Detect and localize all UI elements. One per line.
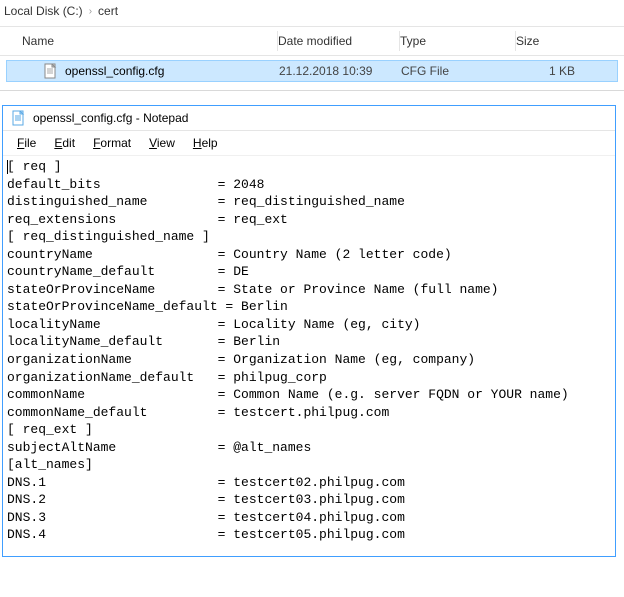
config-line: default_bits = 2048 <box>7 176 611 194</box>
notepad-titlebar[interactable]: openssl_config.cfg - Notepad <box>3 105 615 131</box>
menu-help-rest: elp <box>202 136 218 150</box>
config-line: countryName = Country Name (2 letter cod… <box>7 246 611 264</box>
breadcrumb[interactable]: Local Disk (C:) › cert <box>0 0 624 26</box>
config-line: [ req_ext ] <box>7 421 611 439</box>
config-line: subjectAltName = @alt_names <box>7 439 611 457</box>
menu-view[interactable]: View <box>141 134 183 152</box>
config-line: req_extensions = req_ext <box>7 211 611 229</box>
config-line: localityName = Locality Name (eg, city) <box>7 316 611 334</box>
config-line: DNS.4 = testcert05.philpug.com <box>7 526 611 544</box>
notepad-icon <box>11 110 27 126</box>
menu-help[interactable]: Help <box>185 134 226 152</box>
breadcrumb-part[interactable]: cert <box>98 4 118 18</box>
menu-format[interactable]: Format <box>85 134 139 152</box>
menu-file[interactable]: File <box>9 134 44 152</box>
notepad-menubar: File Edit Format View Help <box>3 131 615 156</box>
explorer-pane: Local Disk (C:) › cert Name Date modifie… <box>0 0 624 91</box>
config-line: DNS.1 = testcert02.philpug.com <box>7 474 611 492</box>
file-type: CFG File <box>401 64 517 78</box>
config-line: localityName_default = Berlin <box>7 333 611 351</box>
menu-edit[interactable]: Edit <box>46 134 83 152</box>
menu-file-rest: ile <box>24 136 36 150</box>
config-line: commonName_default = testcert.philpug.co… <box>7 404 611 422</box>
config-line: [ req_distinguished_name ] <box>7 228 611 246</box>
config-line: commonName = Common Name (e.g. server FQ… <box>7 386 611 404</box>
config-line: organizationName = Organization Name (eg… <box>7 351 611 369</box>
explorer-column-headers: Name Date modified Type Size <box>0 26 624 56</box>
config-line: countryName_default = DE <box>7 263 611 281</box>
column-header-size[interactable]: Size <box>516 31 588 51</box>
notepad-window: openssl_config.cfg - Notepad File Edit F… <box>2 105 616 557</box>
config-line: stateOrProvinceName = State or Province … <box>7 281 611 299</box>
notepad-title: openssl_config.cfg - Notepad <box>33 111 188 125</box>
menu-edit-rest: dit <box>62 136 75 150</box>
config-line: stateOrProvinceName_default = Berlin <box>7 298 611 316</box>
config-line: [alt_names] <box>7 456 611 474</box>
config-line: distinguished_name = req_distinguished_n… <box>7 193 611 211</box>
notepad-text-area[interactable]: [ req ]default_bits = 2048distinguished_… <box>3 156 615 556</box>
file-size: 1 KB <box>517 64 583 78</box>
file-icon <box>43 63 59 79</box>
config-line: [ req ] <box>7 158 611 176</box>
file-date: 21.12.2018 10:39 <box>279 64 401 78</box>
file-name: openssl_config.cfg <box>65 64 164 78</box>
config-line: organizationName_default = philpug_corp <box>7 369 611 387</box>
menu-format-rest: ormat <box>100 136 131 150</box>
breadcrumb-part[interactable]: Local Disk (C:) <box>4 4 83 18</box>
chevron-right-icon: › <box>87 6 94 17</box>
column-header-name[interactable]: Name <box>0 31 278 51</box>
config-line: DNS.2 = testcert03.philpug.com <box>7 491 611 509</box>
file-row-selected[interactable]: openssl_config.cfg 21.12.2018 10:39 CFG … <box>6 60 618 82</box>
column-header-date[interactable]: Date modified <box>278 31 400 51</box>
text-caret <box>7 160 8 174</box>
menu-view-rest: iew <box>157 136 175 150</box>
config-line: DNS.3 = testcert04.philpug.com <box>7 509 611 527</box>
column-header-type[interactable]: Type <box>400 31 516 51</box>
